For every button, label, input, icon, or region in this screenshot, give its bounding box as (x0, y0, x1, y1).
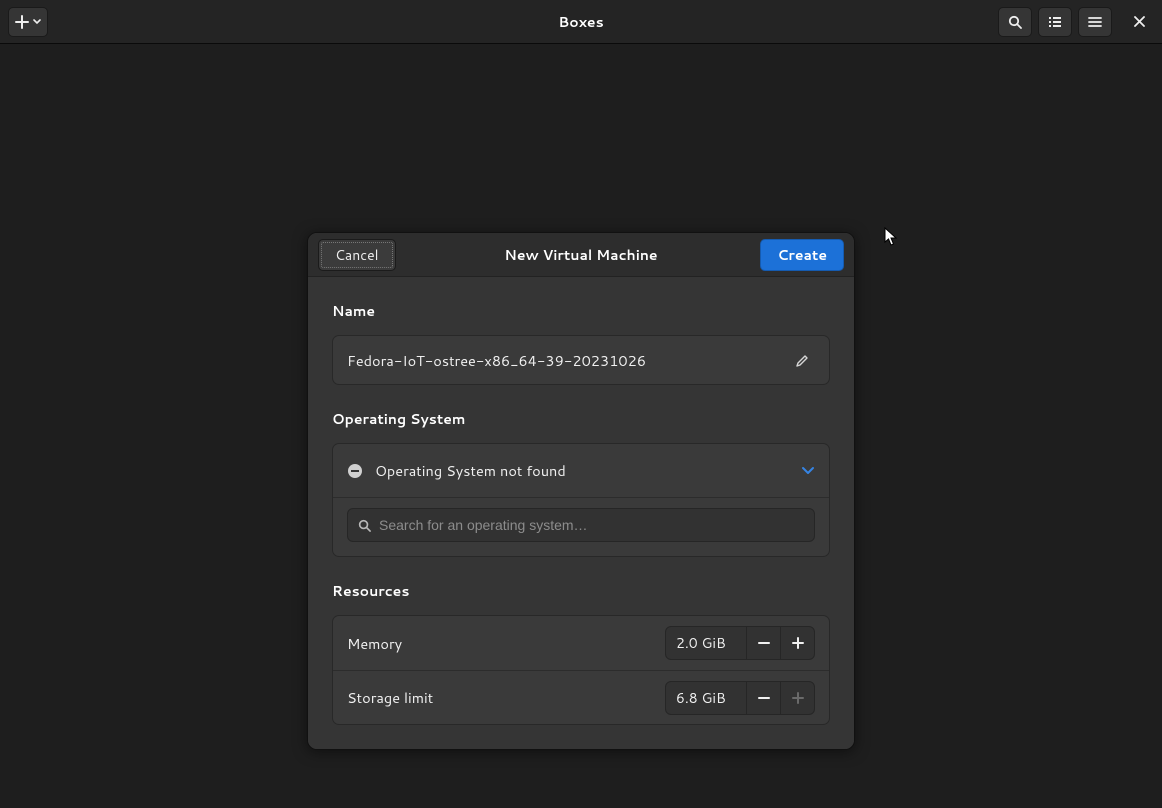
titlebar: Boxes (0, 0, 1162, 44)
name-value: Fedora-IoT-ostree-x86_64-39-20231026 (347, 350, 646, 371)
new-vm-dialog: Cancel New Virtual Machine Create Name F… (307, 232, 855, 750)
chevron-down-icon (801, 466, 815, 476)
memory-increase-button[interactable] (780, 626, 814, 660)
memory-label: Memory (347, 633, 653, 654)
chevron-down-icon (33, 19, 41, 25)
storage-decrease-button[interactable] (746, 681, 780, 715)
os-expand-toggle[interactable] (801, 459, 815, 482)
edit-name-button[interactable] (789, 347, 815, 373)
plus-icon (15, 15, 29, 29)
os-expander-row[interactable]: Operating System not found (333, 444, 829, 498)
minus-circle-icon (347, 463, 363, 479)
search-icon (1008, 15, 1022, 29)
minus-icon (757, 636, 771, 650)
name-row[interactable]: Fedora-IoT-ostree-x86_64-39-20231026 (332, 335, 830, 385)
close-window-button[interactable] (1124, 7, 1154, 37)
resources-section-label: Resources (332, 581, 830, 601)
os-search-input[interactable] (379, 517, 804, 533)
dialog-title: New Virtual Machine (504, 245, 657, 265)
storage-value: 6.8 GiB (666, 688, 746, 708)
storage-spin: 6.8 GiB (665, 681, 815, 715)
plus-icon (791, 636, 805, 650)
name-section-label: Name (332, 301, 830, 321)
dialog-header: Cancel New Virtual Machine Create (308, 233, 854, 277)
list-icon (1048, 15, 1062, 29)
cancel-button[interactable]: Cancel (318, 239, 396, 271)
storage-label: Storage limit (347, 687, 653, 708)
os-search-row (333, 498, 829, 556)
list-view-button[interactable] (1038, 7, 1072, 37)
hamburger-icon (1088, 15, 1102, 29)
search-button[interactable] (998, 7, 1032, 37)
new-vm-button[interactable] (8, 7, 48, 37)
memory-decrease-button[interactable] (746, 626, 780, 660)
storage-increase-button (780, 681, 814, 715)
main-area: Cancel New Virtual Machine Create Name F… (0, 44, 1162, 808)
minus-icon (757, 691, 771, 705)
storage-row: Storage limit 6.8 GiB (333, 670, 829, 724)
memory-row: Memory 2.0 GiB (333, 616, 829, 670)
search-icon (358, 519, 371, 532)
pencil-icon (795, 353, 810, 368)
os-status-text: Operating System not found (375, 460, 789, 481)
resources-group: Memory 2.0 GiB Storage limit 6.8 (332, 615, 830, 725)
memory-value: 2.0 GiB (666, 633, 746, 653)
memory-spin: 2.0 GiB (665, 626, 815, 660)
app-title: Boxes (558, 12, 603, 32)
os-search-field[interactable] (347, 508, 815, 542)
plus-icon (791, 691, 805, 705)
close-icon (1134, 16, 1145, 27)
menu-button[interactable] (1078, 7, 1112, 37)
os-group: Operating System not found (332, 443, 830, 557)
create-button[interactable]: Create (760, 239, 844, 271)
os-section-label: Operating System (332, 409, 830, 429)
